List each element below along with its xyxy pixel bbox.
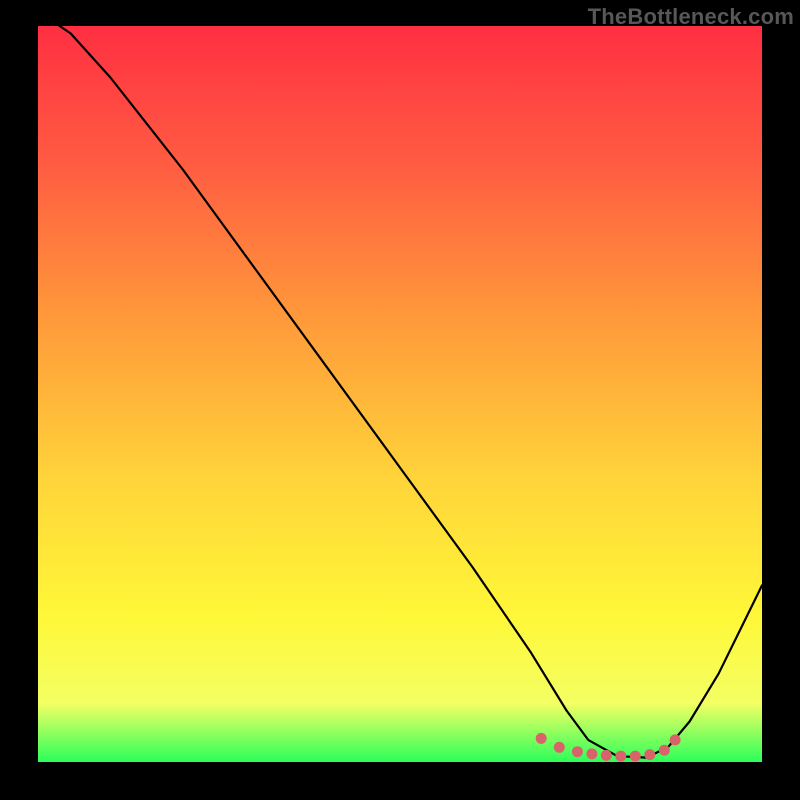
marker-point xyxy=(644,749,655,760)
marker-point xyxy=(601,750,612,761)
plot-background xyxy=(38,26,762,762)
marker-point xyxy=(572,746,583,757)
watermark-label: TheBottleneck.com xyxy=(588,4,794,30)
marker-point xyxy=(670,734,681,745)
marker-point xyxy=(586,748,597,759)
bottleneck-chart xyxy=(0,0,800,800)
marker-point xyxy=(615,751,626,762)
marker-point xyxy=(536,733,547,744)
marker-point xyxy=(630,751,641,762)
marker-point xyxy=(659,745,670,756)
chart-container: TheBottleneck.com xyxy=(0,0,800,800)
marker-point xyxy=(554,742,565,753)
